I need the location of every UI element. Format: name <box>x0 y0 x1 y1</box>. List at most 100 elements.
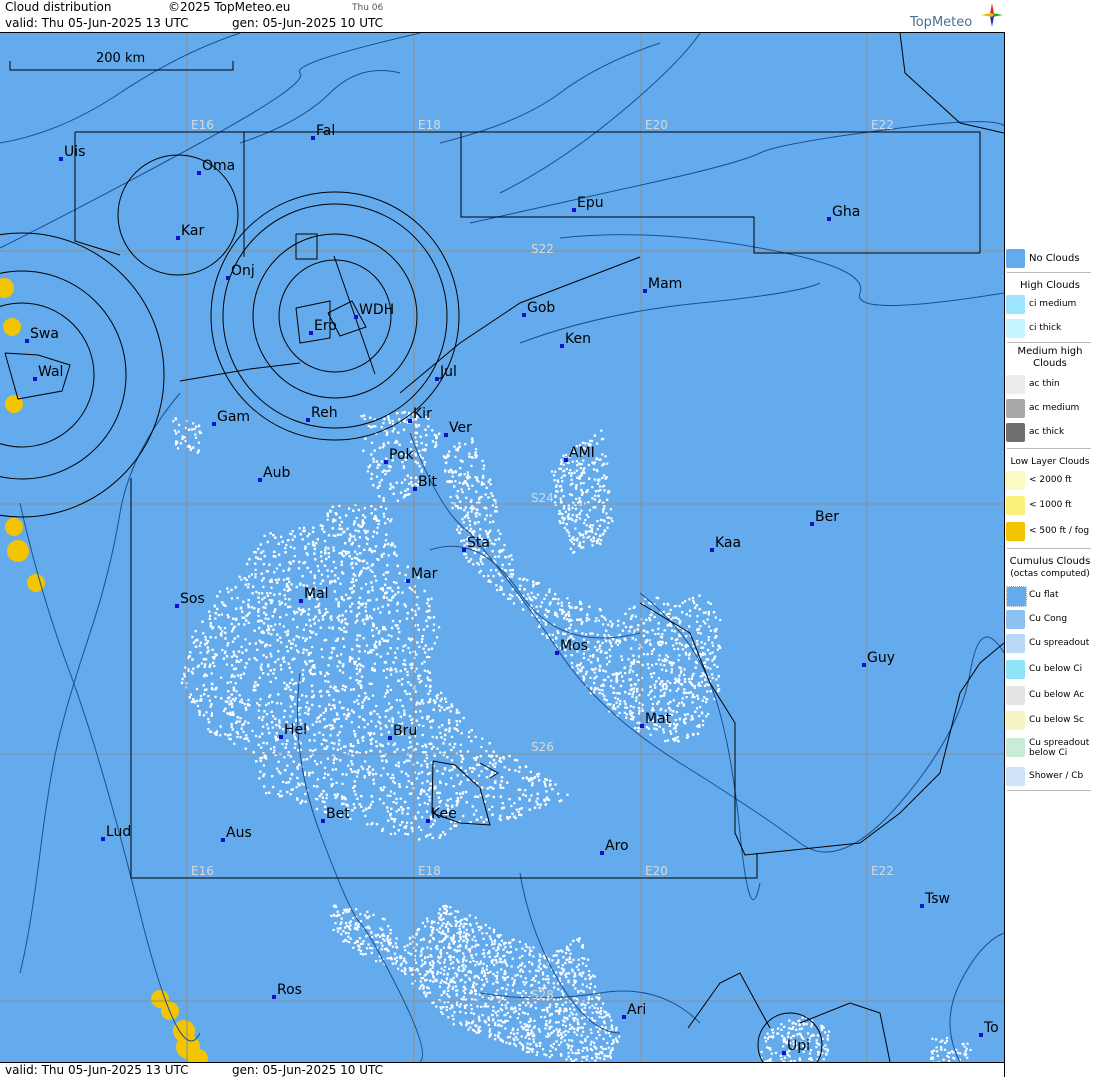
footer-valid-time: valid: Thu 05-Jun-2025 13 UTC <box>5 1063 189 1077</box>
legend-cu-below-sc: Cu below Sc <box>1005 710 1093 732</box>
cloud-map[interactable]: E16 E18 E20 E22 S22 S24 S26 S28 E16 E18 E20 E22 Uis… <box>0 33 1004 1062</box>
station-marker[interactable] <box>643 289 647 293</box>
map-canvas: E16 E18 E20 E22 S22 S24 S26 S28 E16 E18 E20 E22 Uis… <box>0 33 1004 1062</box>
station-marker[interactable] <box>862 663 866 667</box>
station-marker[interactable] <box>354 315 358 319</box>
station-marker[interactable] <box>59 157 63 161</box>
scale-label: 200 km <box>96 51 146 66</box>
station-label: Mos <box>560 638 588 654</box>
grid-label: E18 <box>418 118 441 132</box>
station-marker[interactable] <box>176 236 180 240</box>
station-marker[interactable] <box>560 344 564 348</box>
station-label: Kir <box>413 406 432 422</box>
station-marker[interactable] <box>197 171 201 175</box>
station-marker[interactable] <box>462 548 466 552</box>
station-label: Sos <box>180 591 205 607</box>
rivers-layer <box>0 33 1004 1062</box>
copyright: ©2025 TopMeteo.eu <box>168 0 291 14</box>
station-label: Reh <box>311 405 338 421</box>
legend-swatch <box>1006 423 1025 442</box>
station-label: Kar <box>181 223 205 239</box>
legend-label: < 1000 ft <box>1029 500 1072 510</box>
station-label: Gob <box>527 300 555 316</box>
grid-label: E16 <box>191 864 214 878</box>
station-marker[interactable] <box>435 377 439 381</box>
station-marker[interactable] <box>979 1033 983 1037</box>
station-marker[interactable] <box>384 460 388 464</box>
station-marker[interactable] <box>522 313 526 317</box>
station-marker[interactable] <box>33 377 37 381</box>
station-label: Ber <box>815 509 839 525</box>
legend-cu-below-ci: Cu below Ci <box>1005 659 1093 681</box>
station-marker[interactable] <box>311 136 315 140</box>
station-marker[interactable] <box>25 339 29 343</box>
legend-cumulus-heading: Cumulus Clouds <box>1009 556 1091 567</box>
station-label: Ken <box>565 331 591 347</box>
station-marker[interactable] <box>258 478 262 482</box>
grid-label: E22 <box>871 118 894 132</box>
day-tab[interactable]: Thu 06 <box>352 3 383 13</box>
station-marker[interactable] <box>564 458 568 462</box>
legend-swatch <box>1006 522 1025 541</box>
station-marker[interactable] <box>710 548 714 552</box>
station-marker[interactable] <box>827 217 831 221</box>
station-marker[interactable] <box>810 522 814 526</box>
station-label: Bit <box>418 474 437 490</box>
grid-label: S26 <box>531 740 554 754</box>
legend-ac-thin: ac thin <box>1005 374 1093 396</box>
station-marker[interactable] <box>279 735 283 739</box>
station-marker[interactable] <box>212 422 216 426</box>
station-marker[interactable] <box>306 418 310 422</box>
station-marker[interactable] <box>920 904 924 908</box>
station-marker[interactable] <box>413 487 417 491</box>
station-marker[interactable] <box>299 599 303 603</box>
station-marker[interactable] <box>572 208 576 212</box>
station-marker[interactable] <box>622 1015 626 1019</box>
station-label: Bet <box>326 806 350 822</box>
station-marker[interactable] <box>388 736 392 740</box>
station-marker[interactable] <box>221 838 225 842</box>
legend-fog: < 500 ft / fog <box>1005 521 1093 543</box>
station-label: Onj <box>231 263 255 279</box>
station-label: Uis <box>64 144 85 160</box>
station-label: Mar <box>411 566 438 582</box>
legend-label: Cu spreadout below Ci <box>1029 738 1090 758</box>
legend-label: ci medium <box>1029 299 1077 309</box>
station-label: Guy <box>867 650 895 666</box>
station-label: Jul <box>439 364 457 380</box>
lat-lon-grid <box>0 33 1004 1062</box>
station-marker[interactable] <box>600 851 604 855</box>
station-label: Mat <box>645 711 672 727</box>
grid-label: E18 <box>418 864 441 878</box>
station-marker[interactable] <box>782 1051 786 1055</box>
grid-label: S24 <box>531 491 554 505</box>
station-marker[interactable] <box>406 579 410 583</box>
legend-label: Cu Cong <box>1029 614 1068 624</box>
station-marker[interactable] <box>555 651 559 655</box>
station-marker[interactable] <box>426 819 430 823</box>
grid-label: E22 <box>871 864 894 878</box>
station-marker[interactable] <box>444 433 448 437</box>
legend-label: Shower / Cb <box>1029 771 1084 781</box>
legend-swatch <box>1006 295 1025 314</box>
legend-cu-spreadout: Cu spreadout <box>1005 633 1093 655</box>
legend-label: < 2000 ft <box>1029 475 1072 485</box>
legend-swatch <box>1006 634 1025 653</box>
station-label: Pok <box>389 447 415 463</box>
station-marker[interactable] <box>640 724 644 728</box>
station-marker[interactable] <box>309 331 313 335</box>
generated-time: gen: 05-Jun-2025 10 UTC <box>232 16 384 30</box>
legend-label: ac thin <box>1029 379 1060 389</box>
map-title: Cloud distribution <box>5 0 112 14</box>
station-marker[interactable] <box>408 419 412 423</box>
legend-label: ac medium <box>1029 403 1080 413</box>
station-label: Aus <box>226 825 252 841</box>
station-marker[interactable] <box>175 604 179 608</box>
station-marker[interactable] <box>321 819 325 823</box>
region-borders <box>0 33 1004 1062</box>
station-label: Fal <box>316 123 335 139</box>
station-marker[interactable] <box>226 276 230 280</box>
station-marker[interactable] <box>101 837 105 841</box>
station-marker[interactable] <box>272 995 276 999</box>
station-label: Epu <box>577 195 604 211</box>
